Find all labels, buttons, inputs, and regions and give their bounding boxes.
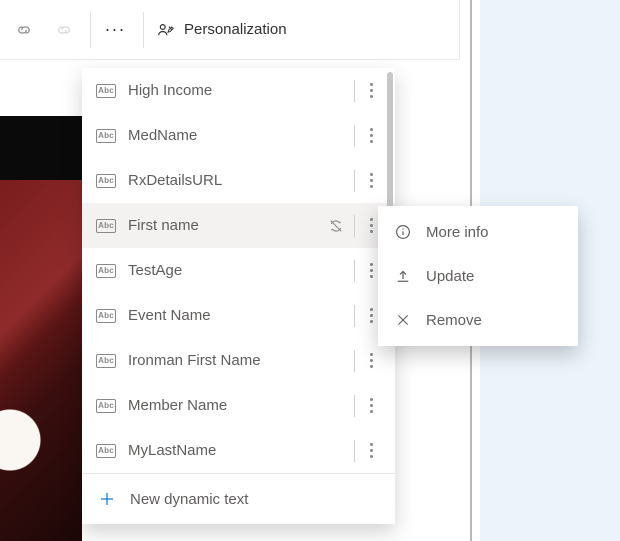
new-dynamic-text-label: New dynamic text <box>130 491 248 508</box>
menu-update[interactable]: Update <box>378 254 578 298</box>
row-more-icon[interactable] <box>361 173 381 188</box>
token-row-selected[interactable]: Abc First name <box>82 203 395 248</box>
toolbar-divider <box>90 12 91 48</box>
token-row[interactable]: Abc MyLastName <box>82 428 395 473</box>
image-black-band <box>0 116 82 180</box>
personalization-panel: Abc High Income Abc MedName Abc RxDetail… <box>82 68 395 524</box>
token-row[interactable]: Abc Member Name <box>82 383 395 428</box>
menu-label: Update <box>426 268 474 285</box>
menu-more-info[interactable]: More info <box>378 210 578 254</box>
unlink-icon <box>44 0 84 60</box>
menu-remove[interactable]: Remove <box>378 298 578 342</box>
info-icon <box>392 221 414 243</box>
remove-icon <box>392 309 414 331</box>
menu-label: Remove <box>426 312 482 329</box>
app-canvas: ··· Personalization Abc High Income Abc … <box>0 0 620 541</box>
row-more-icon[interactable] <box>361 353 381 368</box>
row-divider <box>354 305 355 327</box>
text-type-icon: Abc <box>96 219 116 233</box>
token-label: TestAge <box>128 262 348 279</box>
row-divider <box>354 440 355 462</box>
row-more-icon[interactable] <box>361 128 381 143</box>
menu-label: More info <box>426 224 489 241</box>
context-menu: More info Update Remove <box>378 206 578 346</box>
text-type-icon: Abc <box>96 174 116 188</box>
text-type-icon: Abc <box>96 444 116 458</box>
row-more-icon[interactable] <box>361 83 381 98</box>
token-row[interactable]: Abc Ironman First Name <box>82 338 395 383</box>
row-divider <box>354 350 355 372</box>
personalization-button[interactable]: Personalization <box>146 0 297 60</box>
canvas-image-placeholder <box>0 60 82 541</box>
nosync-icon <box>328 218 344 234</box>
token-label: MedName <box>128 127 348 144</box>
token-label: Ironman First Name <box>128 352 348 369</box>
token-row[interactable]: Abc TestAge <box>82 248 395 293</box>
text-type-icon: Abc <box>96 129 116 143</box>
row-more-icon[interactable] <box>361 443 381 458</box>
text-type-icon: Abc <box>96 309 116 323</box>
row-divider <box>354 260 355 282</box>
row-divider <box>354 125 355 147</box>
token-row[interactable]: Abc Event Name <box>82 293 395 338</box>
token-label: Member Name <box>128 397 348 414</box>
image-photo <box>0 180 82 541</box>
token-label: High Income <box>128 82 348 99</box>
row-more-icon[interactable] <box>361 398 381 413</box>
row-divider <box>354 215 355 237</box>
text-type-icon: Abc <box>96 264 116 278</box>
token-row[interactable]: Abc High Income <box>82 68 395 113</box>
token-row[interactable]: Abc MedName <box>82 113 395 158</box>
new-dynamic-text-button[interactable]: New dynamic text <box>82 474 395 524</box>
top-toolbar: ··· Personalization <box>0 0 460 60</box>
more-actions-icon[interactable]: ··· <box>93 0 137 60</box>
row-divider <box>354 395 355 417</box>
row-divider <box>354 80 355 102</box>
text-type-icon: Abc <box>96 84 116 98</box>
row-divider <box>354 170 355 192</box>
plus-icon <box>96 488 118 510</box>
text-type-icon: Abc <box>96 399 116 413</box>
token-label: RxDetailsURL <box>128 172 348 189</box>
text-type-icon: Abc <box>96 354 116 368</box>
personalization-label: Personalization <box>184 21 287 38</box>
token-list: Abc High Income Abc MedName Abc RxDetail… <box>82 68 395 473</box>
token-label: First name <box>128 217 328 234</box>
upload-icon <box>392 265 414 287</box>
token-row[interactable]: Abc RxDetailsURL <box>82 158 395 203</box>
toolbar-divider <box>143 12 144 48</box>
link-icon[interactable] <box>4 0 44 60</box>
token-label: MyLastName <box>128 442 348 459</box>
token-label: Event Name <box>128 307 348 324</box>
